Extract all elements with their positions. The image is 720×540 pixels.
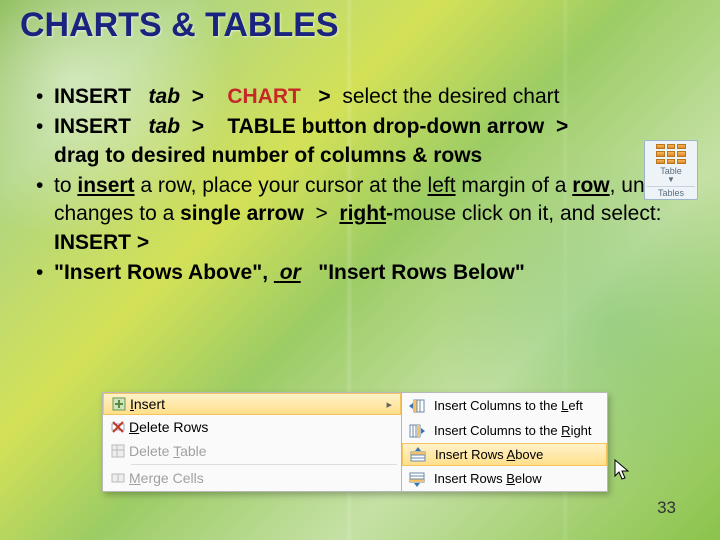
insert-col-right-icon <box>406 423 428 439</box>
menu-item-delete-table: Delete Table <box>103 439 401 463</box>
page-number: 33 <box>657 498 676 518</box>
text: A <box>507 447 516 462</box>
text: B <box>506 471 515 486</box>
text: INSERT > <box>54 231 149 254</box>
text: right <box>339 202 386 225</box>
table-button-sublabel: Tables <box>658 188 684 198</box>
text: ight <box>571 423 592 438</box>
text: select the desired chart <box>342 85 559 108</box>
bullet-4: "Insert Rows Above", or "Insert Rows Bel… <box>20 259 700 287</box>
text: mouse click on it, and select: <box>393 202 661 225</box>
text: row <box>572 174 609 197</box>
text: R <box>561 423 570 438</box>
menu-item-merge-cells: Merge Cells <box>103 466 401 490</box>
text: > <box>192 115 204 138</box>
text: drag to desired number of columns & rows <box>54 144 482 167</box>
text: INSERT <box>54 115 131 138</box>
text: M <box>129 470 141 486</box>
text: > <box>315 202 327 225</box>
delete-rows-icon <box>107 419 129 435</box>
menu-item-insert-row-above[interactable]: Insert Rows Above <box>402 443 607 466</box>
submenu-arrow-icon: ▸ <box>386 398 392 411</box>
menu-separator <box>131 464 397 465</box>
text: "Insert Rows Above" <box>54 261 262 284</box>
bullet-1: INSERT tab > CHART > select the desired … <box>20 83 700 111</box>
text: > <box>318 85 330 108</box>
table-ribbon-button[interactable]: Table ▼ Tables <box>644 140 698 200</box>
context-menu-group: Insert ▸ Delete Rows Delete Table Merge … <box>102 392 608 492</box>
text: "Insert Rows Below" <box>318 261 525 284</box>
text: TABLE button drop-down arrow <box>227 115 544 138</box>
text: > <box>556 115 568 138</box>
text: margin of a <box>456 174 573 197</box>
menu-item-insert-col-right[interactable]: Insert Columns to the Right <box>402 418 607 443</box>
text: a row, place your cursor at the <box>135 174 428 197</box>
text: Insert Columns to the <box>434 398 561 413</box>
text: left <box>428 174 456 197</box>
context-menu-submenu: Insert Columns to the Left Insert Column… <box>402 392 608 492</box>
insert-row-below-icon <box>406 471 428 487</box>
text: T <box>173 443 180 459</box>
text: elow <box>515 471 542 486</box>
bullet-list: INSERT tab > CHART > select the desired … <box>20 83 700 287</box>
text: - <box>386 202 393 225</box>
text: INSERT <box>54 85 131 108</box>
text: CHART <box>227 85 301 108</box>
text: or <box>280 261 301 284</box>
bullet-2: INSERT tab > TABLE button drop-down arro… <box>20 113 700 170</box>
chevron-down-icon: ▼ <box>667 175 675 184</box>
text: Insert Rows <box>434 471 506 486</box>
text: tab <box>149 85 181 108</box>
insert-col-left-icon <box>406 398 428 414</box>
text: > <box>192 85 204 108</box>
text: to <box>54 174 77 197</box>
merge-cells-icon <box>107 470 129 486</box>
insert-icon <box>108 396 130 412</box>
text: I <box>130 396 134 412</box>
delete-table-icon <box>107 443 129 459</box>
text: eft <box>568 398 582 413</box>
table-grid-icon <box>656 144 686 164</box>
text: D <box>129 419 139 435</box>
text: Insert Rows <box>435 447 507 462</box>
insert-row-above-icon <box>407 447 429 463</box>
text: bove <box>515 447 543 462</box>
menu-item-insert-row-below[interactable]: Insert Rows Below <box>402 466 607 491</box>
menu-item-insert-col-left[interactable]: Insert Columns to the Left <box>402 393 607 418</box>
text: insert <box>77 174 134 197</box>
text: tab <box>149 115 181 138</box>
slide-title: CHARTS & TABLES <box>20 6 700 45</box>
menu-item-delete-rows[interactable]: Delete Rows <box>103 415 401 439</box>
text: single arrow <box>180 202 304 225</box>
menu-item-insert[interactable]: Insert ▸ <box>103 393 401 415</box>
context-menu-primary: Insert ▸ Delete Rows Delete Table Merge … <box>102 392 402 492</box>
bullet-3: to insert a row, place your cursor at th… <box>20 172 700 257</box>
text: , <box>262 261 268 284</box>
text: Insert Columns to the <box>434 423 561 438</box>
